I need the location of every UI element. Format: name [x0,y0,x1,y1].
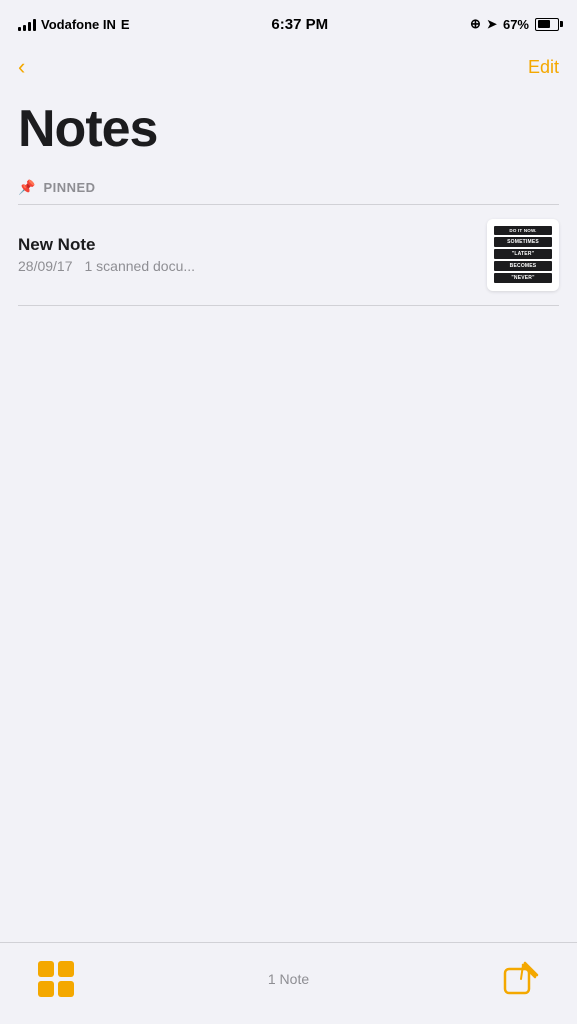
bottom-toolbar: 1 Note [0,942,577,1024]
pin-icon: 📌 [18,179,35,196]
pinned-section-header: 📌 PINNED [0,173,577,204]
page-title-container: Notes [0,94,577,173]
battery-percent: 67% [503,17,529,32]
note-meta: 28/09/17 1 scanned docu... [18,258,473,274]
thumb-line-1: DO IT NOW. [494,226,552,235]
status-right: ⊕ ➤ 67% [470,16,559,32]
back-chevron-icon: ‹ [18,54,25,80]
battery-icon [535,18,559,31]
back-button[interactable]: ‹ [10,50,33,84]
carrier-label: Vodafone IN [41,17,116,32]
grid-cell-4 [58,981,74,997]
page-title: Notes [18,102,559,157]
thumb-line-4: BECOMES [494,261,552,271]
thumb-line-5: "NEVER" [494,273,552,283]
note-content: New Note 28/09/17 1 scanned docu... [18,235,473,274]
compose-icon [503,961,539,997]
note-title: New Note [18,235,473,255]
location-icon: ⊕ [470,16,481,32]
grid-cell-3 [38,981,54,997]
grid-icon [38,961,74,997]
note-preview: 1 scanned docu... [85,258,196,274]
compose-button[interactable] [497,955,545,1003]
edit-button[interactable]: Edit [528,53,559,82]
note-thumbnail: DO IT NOW. SOMETIMES "LATER" BECOMES "NE… [487,219,559,291]
status-left: Vodafone IN E [18,17,130,32]
note-date: 28/09/17 [18,258,73,274]
navigation-icon: ➤ [487,17,497,31]
nav-bar: ‹ Edit [0,44,577,94]
note-list-item[interactable]: New Note 28/09/17 1 scanned docu... DO I… [0,205,577,305]
signal-icon [18,18,36,31]
status-bar: Vodafone IN E 6:37 PM ⊕ ➤ 67% [0,0,577,44]
main-content [0,306,577,806]
pinned-label: PINNED [43,180,95,195]
thumbnail-content: DO IT NOW. SOMETIMES "LATER" BECOMES "NE… [487,219,559,291]
grid-cell-2 [58,961,74,977]
network-label: E [121,17,130,32]
thumb-line-2: SOMETIMES [494,237,552,247]
time-label: 6:37 PM [271,16,328,33]
note-count-label: 1 Note [268,971,309,987]
thumb-line-3: "LATER" [494,249,552,259]
grid-cell-1 [38,961,54,977]
grid-view-button[interactable] [32,955,80,1003]
